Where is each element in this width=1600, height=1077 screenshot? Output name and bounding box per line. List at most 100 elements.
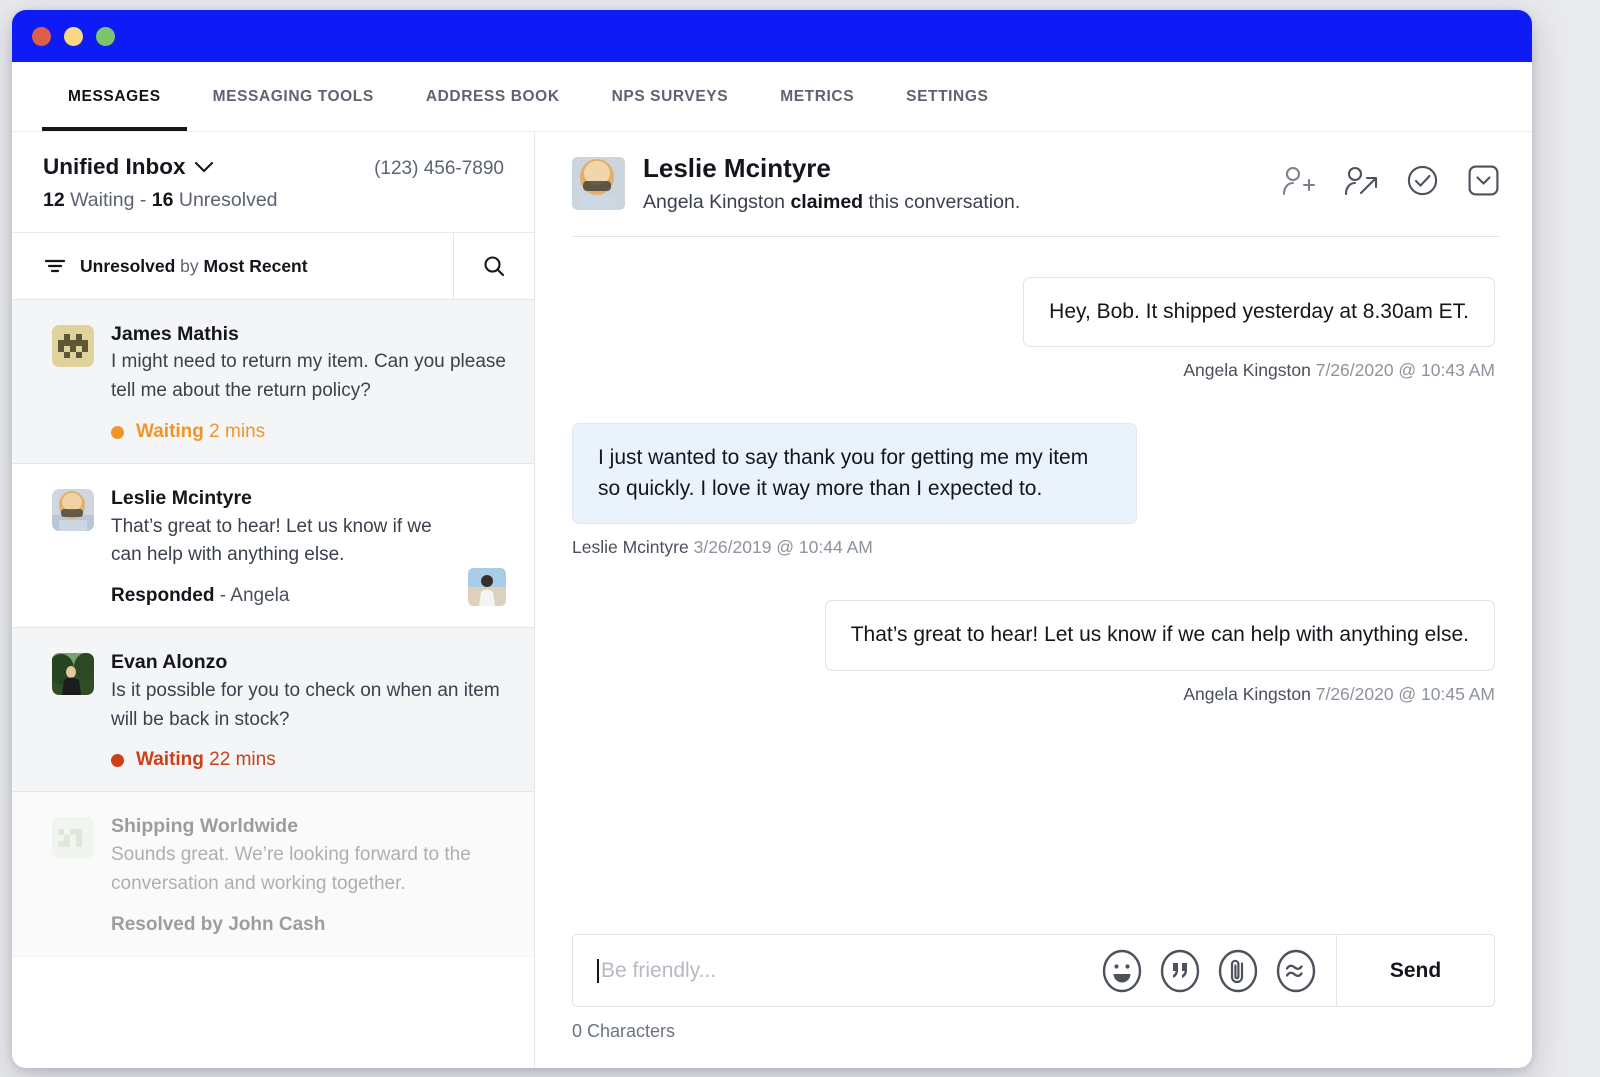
tab-settings[interactable]: SETTINGS	[880, 62, 1014, 131]
forward-person-icon[interactable]	[1344, 165, 1378, 197]
attachment-icon[interactable]	[1216, 949, 1260, 993]
status-dot	[111, 425, 124, 439]
filter-secondary: Most Recent	[203, 255, 308, 276]
list-item-body: James Mathis I might need to return my i…	[111, 322, 506, 443]
tab-label: MESSAGES	[68, 87, 161, 105]
list-item-body: Evan Alonzo Is it possible for you to ch…	[111, 650, 506, 771]
message-thread: Hey, Bob. It shipped yesterday at 8.30am…	[535, 237, 1532, 934]
filter-sort-control[interactable]: Unresolved by Most Recent	[12, 233, 454, 299]
message-bubble: That’s great to hear! Let us know if we …	[824, 600, 1495, 671]
list-item[interactable]: James Mathis I might need to return my i…	[12, 300, 534, 465]
workspace: Unified Inbox (123) 456-7890 12 Waiting …	[12, 132, 1532, 1068]
list-item[interactable]: Shipping Worldwide Sounds great. We’re l…	[12, 792, 534, 957]
contact-name: Shipping Worldwide	[111, 815, 299, 838]
avatar	[572, 157, 625, 210]
filter-primary: Unresolved	[80, 255, 176, 276]
chevron-down-box-icon[interactable]	[1467, 164, 1500, 197]
status-time: 2 mins	[203, 421, 266, 443]
status-badge: Waiting 22 mins	[111, 749, 506, 771]
status-label: Waiting	[136, 749, 204, 771]
contact-name: Leslie Mcintyre	[111, 487, 252, 510]
claim-status: Angela Kingston claimed this conversatio…	[643, 191, 1282, 214]
claim-prefix: Angela Kingston	[643, 190, 791, 213]
send-button-label: Send	[1389, 958, 1442, 982]
tab-label: METRICS	[780, 87, 855, 105]
inbox-phone-number: (123) 456-7890	[374, 158, 504, 179]
attachment-thumbnail[interactable]	[468, 568, 506, 607]
composer-area: Be friendly... Send 0 Characters	[535, 934, 1532, 1068]
page-title: Leslie Mcintyre	[643, 153, 831, 183]
message-author: Angela Kingston	[1183, 360, 1311, 381]
message-meta: Angela Kingston 7/26/2020 @ 10:43 AM	[1183, 360, 1495, 381]
photo-avatar	[52, 653, 94, 696]
status-dot	[111, 753, 124, 767]
message-timestamp: 7/26/2020 @ 10:43 AM	[1315, 360, 1495, 381]
tab-label: SETTINGS	[906, 87, 989, 105]
main-navigation: MESSAGES MESSAGING TOOLS ADDRESS BOOK NP…	[12, 62, 1532, 132]
identicon-avatar	[52, 325, 94, 367]
contact-name: Evan Alonzo	[111, 651, 228, 674]
message-author: Angela Kingston	[1183, 683, 1311, 704]
status-label: Waiting	[136, 421, 204, 443]
tab-nps-surveys[interactable]: NPS SURVEYS	[586, 62, 755, 131]
message-author: Leslie Mcintyre	[572, 537, 689, 558]
photo-thumbnail-icon	[468, 568, 506, 607]
message-bubble: Hey, Bob. It shipped yesterday at 8.30am…	[1023, 276, 1495, 348]
search-button[interactable]	[454, 233, 534, 299]
message-timestamp: 7/26/2020 @ 10:45 AM	[1315, 683, 1495, 704]
check-circle-icon[interactable]	[1406, 164, 1439, 197]
tab-metrics[interactable]: METRICS	[754, 62, 880, 131]
list-item-body: Shipping Worldwide Sounds great. We’re l…	[111, 814, 506, 935]
unresolved-count: 16	[151, 189, 174, 211]
status-label: Resolved by John Cash	[111, 913, 326, 935]
filter-connector: by	[175, 255, 204, 276]
claim-verb: claimed	[790, 190, 864, 213]
inbox-selector[interactable]: Unified Inbox	[43, 154, 213, 180]
message-preview: Sounds great. We’re looking forward to t…	[111, 843, 471, 894]
app-window: MESSAGES MESSAGING TOOLS ADDRESS BOOK NP…	[12, 10, 1532, 1068]
maximize-window-button[interactable]	[96, 26, 115, 46]
close-window-button[interactable]	[32, 26, 51, 46]
status-badge: Resolved by John Cash	[111, 914, 506, 936]
waiting-label: Waiting -	[64, 189, 152, 211]
identicon-avatar	[52, 817, 94, 860]
message-input-placeholder: Be friendly...	[601, 958, 717, 982]
add-person-icon[interactable]	[1282, 165, 1316, 197]
list-item[interactable]: Evan Alonzo Is it possible for you to ch…	[12, 628, 534, 793]
chevron-down-icon	[194, 161, 213, 172]
filter-bar: Unresolved by Most Recent	[12, 233, 534, 300]
status-badge: Responded - Angela	[111, 585, 451, 607]
emoji-icon[interactable]	[1100, 949, 1144, 993]
tab-address-book[interactable]: ADDRESS BOOK	[400, 62, 586, 131]
message-timestamp: 3/26/2019 @ 10:44 AM	[693, 537, 873, 558]
composer: Be friendly... Send	[572, 934, 1495, 1007]
list-item[interactable]: Leslie Mcintyre That’s great to hear! Le…	[12, 464, 534, 629]
composer-tools	[1100, 949, 1318, 993]
search-icon	[484, 256, 505, 277]
avatar	[52, 817, 94, 860]
photo-avatar	[52, 489, 94, 532]
status-label: Responded	[111, 585, 215, 607]
filter-label: Unresolved by Most Recent	[80, 256, 308, 277]
message-preview: I might need to return my item. Can you …	[111, 351, 506, 402]
tab-messages[interactable]: MESSAGES	[42, 62, 187, 131]
conversation-actions	[1282, 154, 1500, 197]
message-input[interactable]: Be friendly...	[573, 935, 1337, 1006]
message-row: Hey, Bob. It shipped yesterday at 8.30am…	[572, 276, 1495, 381]
conversation-header-text: Leslie Mcintyre Angela Kingston claimed …	[643, 153, 1282, 214]
conversation-list: James Mathis I might need to return my i…	[12, 300, 534, 1068]
inbox-title-label: Unified Inbox	[43, 154, 186, 179]
tab-messaging-tools[interactable]: MESSAGING TOOLS	[187, 62, 400, 131]
minimize-window-button[interactable]	[64, 26, 83, 46]
send-button[interactable]: Send	[1337, 935, 1494, 1006]
inbox-panel: Unified Inbox (123) 456-7890 12 Waiting …	[12, 132, 535, 1068]
character-count: 0 Characters	[572, 1021, 676, 1041]
inbox-counts: 12 Waiting - 16 Unresolved	[43, 189, 504, 212]
status-time: - Angela	[214, 585, 290, 607]
status-badge: Waiting 2 mins	[111, 421, 506, 443]
message-bubble: I just wanted to say thank you for getti…	[572, 423, 1137, 525]
quote-icon[interactable]	[1158, 949, 1202, 993]
tilde-icon[interactable]	[1274, 949, 1318, 993]
